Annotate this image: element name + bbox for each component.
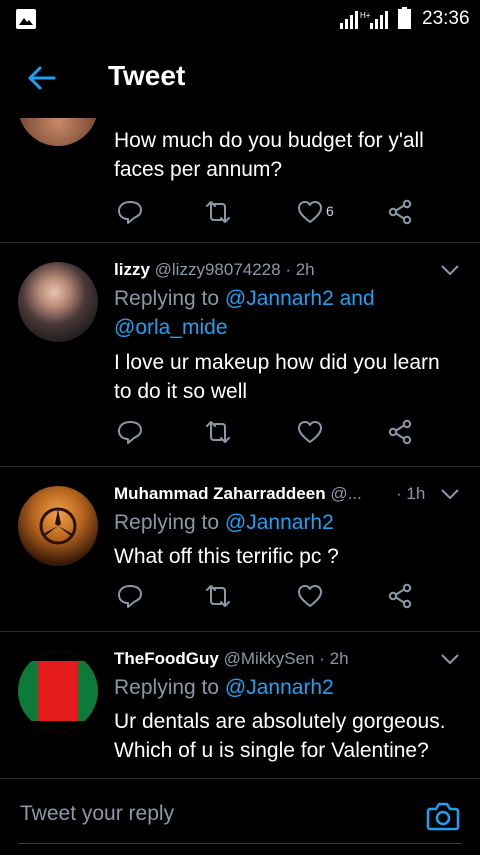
reply-icon[interactable]	[116, 198, 144, 226]
reply-composer	[0, 778, 480, 855]
tweet-item[interactable]: lizzy @lizzy98074228 · 2h Replying to @J…	[0, 242, 480, 467]
avatar[interactable]	[18, 651, 98, 731]
share-icon[interactable]	[386, 198, 414, 226]
mention-link[interactable]: @Jannarh2	[225, 287, 334, 310]
author-handle[interactable]: @...	[330, 484, 361, 503]
signal-strength-icon: H+	[340, 11, 388, 29]
top-app-bar: Tweet	[0, 38, 480, 118]
tweet-text: I love ur makeup how did you learn to do…	[114, 351, 440, 403]
mention-link[interactable]: @orla_mide	[114, 316, 228, 339]
author-handle[interactable]: @lizzy98074228	[155, 260, 281, 279]
avatar[interactable]	[18, 262, 98, 342]
chevron-down-icon[interactable]	[440, 653, 460, 665]
tweet-time: · 2h	[319, 649, 349, 668]
tweet-text: Ur dentals are absolutely gorgeous. Whic…	[114, 710, 446, 762]
star-emblem-icon	[39, 507, 77, 545]
camera-icon[interactable]	[426, 801, 460, 831]
mention-link[interactable]: @Jannarh2	[225, 511, 334, 534]
like-heart-icon[interactable]	[296, 418, 324, 446]
status-bar: H+ 23:36	[0, 0, 480, 38]
replies-feed[interactable]: How much do you budget for y'all faces p…	[0, 118, 480, 778]
author-line: lizzy @lizzy98074228 · 2h	[114, 260, 315, 280]
like-heart-icon[interactable]	[296, 198, 324, 226]
avatar[interactable]	[18, 118, 98, 146]
share-icon[interactable]	[386, 418, 414, 446]
share-icon[interactable]	[386, 582, 414, 610]
chevron-down-icon[interactable]	[440, 488, 460, 500]
tweet-text: How much do you budget for y'all faces p…	[114, 129, 424, 181]
image-notification-icon	[16, 9, 36, 29]
author-line: Muhammad Zaharraddeen @...	[114, 484, 362, 504]
avatar[interactable]	[18, 486, 98, 566]
retweet-icon[interactable]	[204, 198, 232, 226]
mention-link[interactable]: @Jannarh2	[225, 676, 334, 699]
author-name[interactable]: lizzy	[114, 260, 150, 279]
author-handle[interactable]: @MikkySen	[224, 649, 315, 668]
reply-input[interactable]	[18, 793, 412, 835]
status-time: 23:36	[422, 8, 470, 29]
tweet-item[interactable]: How much do you budget for y'all faces p…	[0, 118, 480, 243]
replying-to: Replying to @Jannarh2	[114, 676, 334, 699]
tweet-time: · 1h	[396, 484, 426, 503]
replying-to: Replying to @Jannarh2 and @orla_mide	[114, 287, 375, 339]
tweet-actions	[114, 418, 414, 448]
author-line: TheFoodGuy @MikkySen · 2h	[114, 649, 349, 669]
retweet-icon[interactable]	[204, 418, 232, 446]
tweet-actions: 6	[114, 198, 414, 228]
back-arrow-icon[interactable]	[26, 62, 58, 94]
author-name[interactable]: Muhammad Zaharraddeen	[114, 484, 326, 503]
tweet-text: What off this terrific pc ?	[114, 545, 339, 568]
tweet-actions	[114, 582, 414, 612]
chevron-down-icon[interactable]	[440, 264, 460, 276]
like-count: 6	[326, 203, 334, 219]
author-name[interactable]: TheFoodGuy	[114, 649, 219, 668]
network-type: H+	[360, 11, 371, 20]
reply-icon[interactable]	[116, 582, 144, 610]
battery-icon	[398, 7, 411, 29]
like-heart-icon[interactable]	[296, 582, 324, 610]
page-title: Tweet	[108, 60, 186, 91]
tweet-item[interactable]: Muhammad Zaharraddeen @... · 1h Replying…	[0, 466, 480, 632]
retweet-icon[interactable]	[204, 582, 232, 610]
tweet-item[interactable]: TheFoodGuy @MikkySen · 2h Replying to @J…	[0, 631, 480, 778]
tweet-time: · 2h	[285, 260, 315, 279]
reply-icon[interactable]	[116, 418, 144, 446]
replying-to: Replying to @Jannarh2	[114, 511, 334, 534]
input-underline	[18, 843, 462, 844]
